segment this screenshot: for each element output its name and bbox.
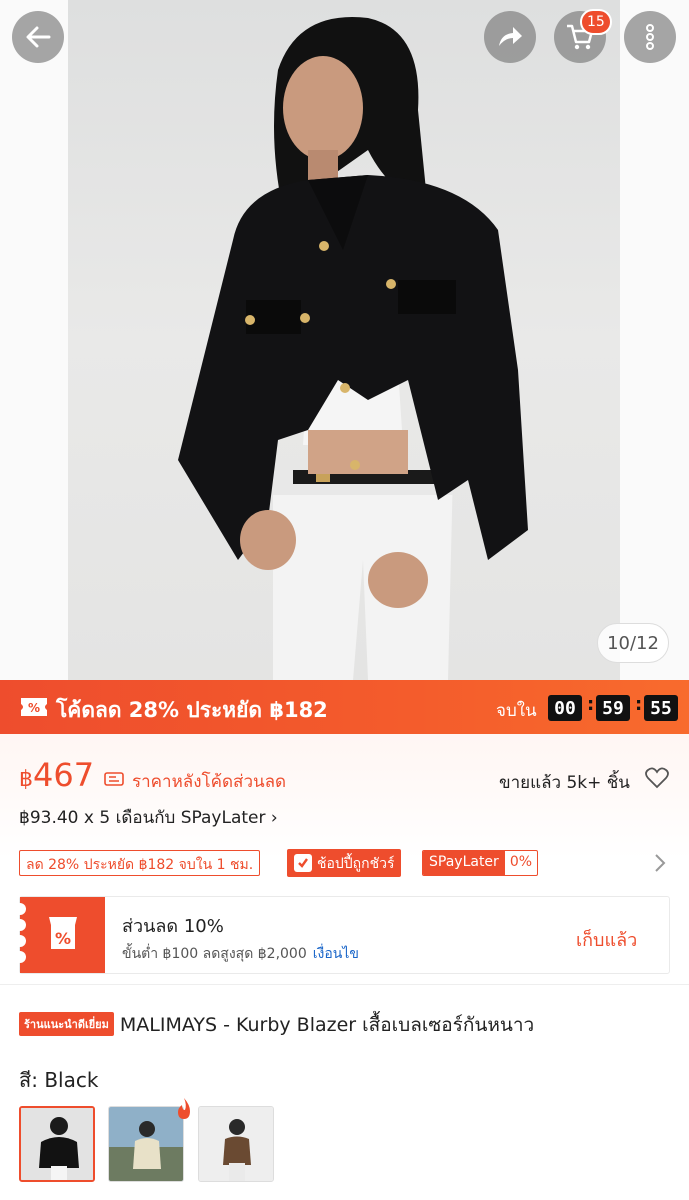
product-title-text: MALIMAYS - Kurby Blazer เสื้อเบลเซอร์กัน… (119, 1014, 535, 1036)
svg-text:%: % (55, 929, 71, 948)
voucher-notch (14, 919, 26, 931)
price: ฿467 (19, 756, 94, 794)
color-label: สี: (19, 1068, 38, 1092)
price-note: ราคาหลังโค้ดส่วนลด (132, 772, 287, 792)
svg-text:%: % (28, 701, 40, 715)
guarantee-icon (294, 854, 312, 872)
product-image-gallery[interactable]: 15 10/12 (0, 0, 689, 680)
cart-count-badge: 15 (580, 9, 612, 35)
timer-hours: 00 (548, 695, 582, 721)
price-amount: 467 (33, 756, 95, 794)
spaylater-rate: 0% (509, 854, 533, 870)
product-photo (178, 17, 528, 680)
gallery-left-margin (0, 0, 68, 680)
section-divider (0, 984, 689, 985)
timer-seconds: 55 (644, 695, 678, 721)
price-currency: ฿ (19, 767, 33, 792)
voucher-left-panel: % (14, 897, 105, 973)
flash-promo-bar[interactable]: % โค้ดลด 28% ประหยัด ฿182 จบใน 00 : 59 :… (0, 680, 689, 734)
color-option-2[interactable] (108, 1106, 184, 1182)
gallery-right-margin (620, 0, 689, 680)
back-button[interactable] (12, 11, 64, 63)
thumbnail-image (199, 1107, 273, 1181)
timer-colon: : (635, 694, 643, 715)
chevron-right-icon: › (270, 808, 278, 828)
color-value: Black (44, 1068, 99, 1092)
voucher-conditions-link[interactable]: เงื่อนไข (313, 946, 359, 962)
timer-minutes: 59 (596, 695, 630, 721)
promo-ends-label: จบใน (496, 701, 537, 721)
thumbnail-image (109, 1107, 183, 1181)
price-tag-icon (104, 772, 124, 786)
image-counter: 10/12 (597, 623, 669, 663)
promo-text: โค้ดลด 28% ประหยัด ฿182 (56, 698, 328, 722)
flame-icon (178, 1098, 190, 1119)
voucher-collected-button[interactable]: เก็บแล้ว (576, 925, 637, 954)
thumbnail-image (21, 1108, 93, 1180)
voucher-conditions-text: ขั้นต่ำ ฿100 ลดสูงสุด ฿2,000 (122, 946, 307, 962)
product-title: ร้านแนะนำดีเยี่ยม MALIMAYS - Kurby Blazer… (19, 1010, 679, 1040)
spaylater-chip[interactable]: SPayLater 0% (422, 850, 539, 876)
preferred-shop-badge: ร้านแนะนำดีเยี่ยม (19, 1012, 114, 1036)
shop-voucher-icon: % (49, 917, 77, 949)
ticket-icon: % (21, 698, 47, 716)
shop-voucher-card[interactable]: % ส่วนลด 10% ขั้นต่ำ ฿100 ลดสูงสุด ฿2,00… (14, 896, 670, 974)
share-icon (499, 27, 522, 46)
heart-icon[interactable] (645, 767, 669, 789)
voucher-subtitle: ขั้นต่ำ ฿100 ลดสูงสุด ฿2,000 เงื่อนไข (122, 943, 359, 965)
guarantee-chip[interactable]: ช้อปปี้ถูกชัวร์ (287, 849, 401, 877)
chevron-right-icon[interactable] (654, 853, 666, 873)
voucher-notch (14, 903, 26, 915)
more-options-button[interactable] (624, 11, 676, 63)
timer-colon: : (587, 694, 595, 715)
sold-count: ขายแล้ว 5k+ ชิ้น (499, 773, 630, 793)
voucher-notch (14, 935, 26, 947)
color-option-3[interactable] (198, 1106, 274, 1182)
discount-chip[interactable]: ลด 28% ประหยัด ฿182 จบใน 1 ชม. (19, 850, 261, 876)
guarantee-label: ช้อปปี้ถูกชัวร์ (317, 856, 395, 872)
voucher-notch (14, 951, 26, 963)
paylater-installment[interactable]: ฿93.40 x 5 เดือนกับ SPayLater › (19, 804, 278, 831)
paylater-text: ฿93.40 x 5 เดือนกับ SPayLater (19, 808, 266, 828)
more-icon (646, 24, 654, 50)
back-arrow-icon (26, 26, 51, 48)
spaylater-label: SPayLater (423, 851, 505, 875)
share-button[interactable] (484, 11, 536, 63)
color-selector-label: สี: Black (19, 1064, 98, 1096)
color-option-black[interactable] (19, 1106, 95, 1182)
voucher-title: ส่วนลด 10% (122, 916, 224, 937)
